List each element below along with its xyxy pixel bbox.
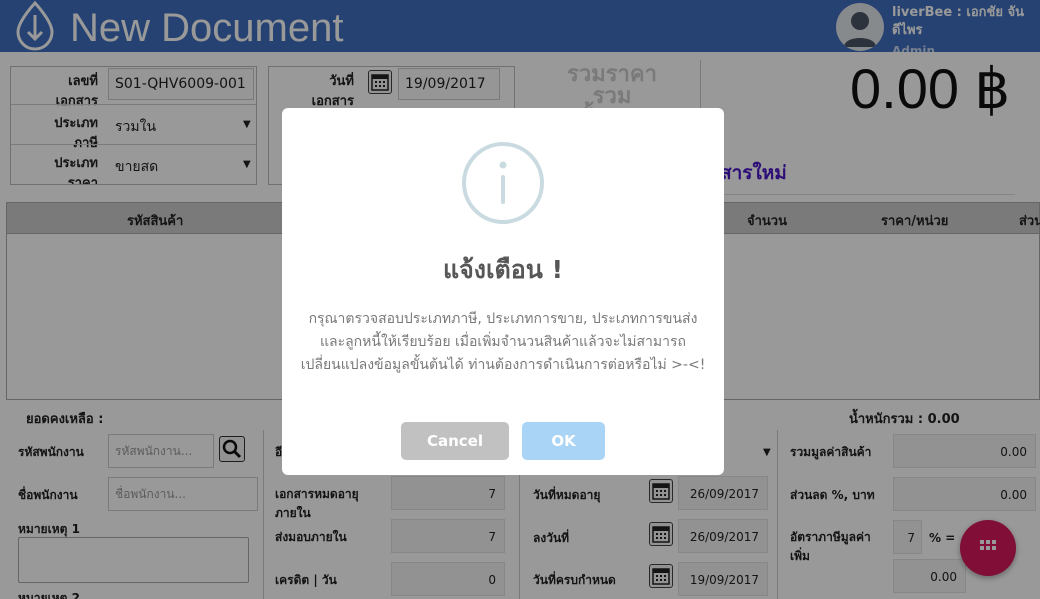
cancel-button[interactable]: Cancel (401, 422, 509, 460)
dialog-message: กรุณาตรวจสอบประเภทภาษี, ประเภทการขาย, ปร… (300, 311, 706, 373)
dialog-title: แจ้งเตือน ! (443, 255, 563, 284)
ok-button[interactable]: OK (522, 422, 605, 460)
alert-dialog: แจ้งเตือน ! กรุณาตรวจสอบประเภทภาษี, ประเ… (282, 108, 724, 475)
info-icon (462, 142, 544, 224)
